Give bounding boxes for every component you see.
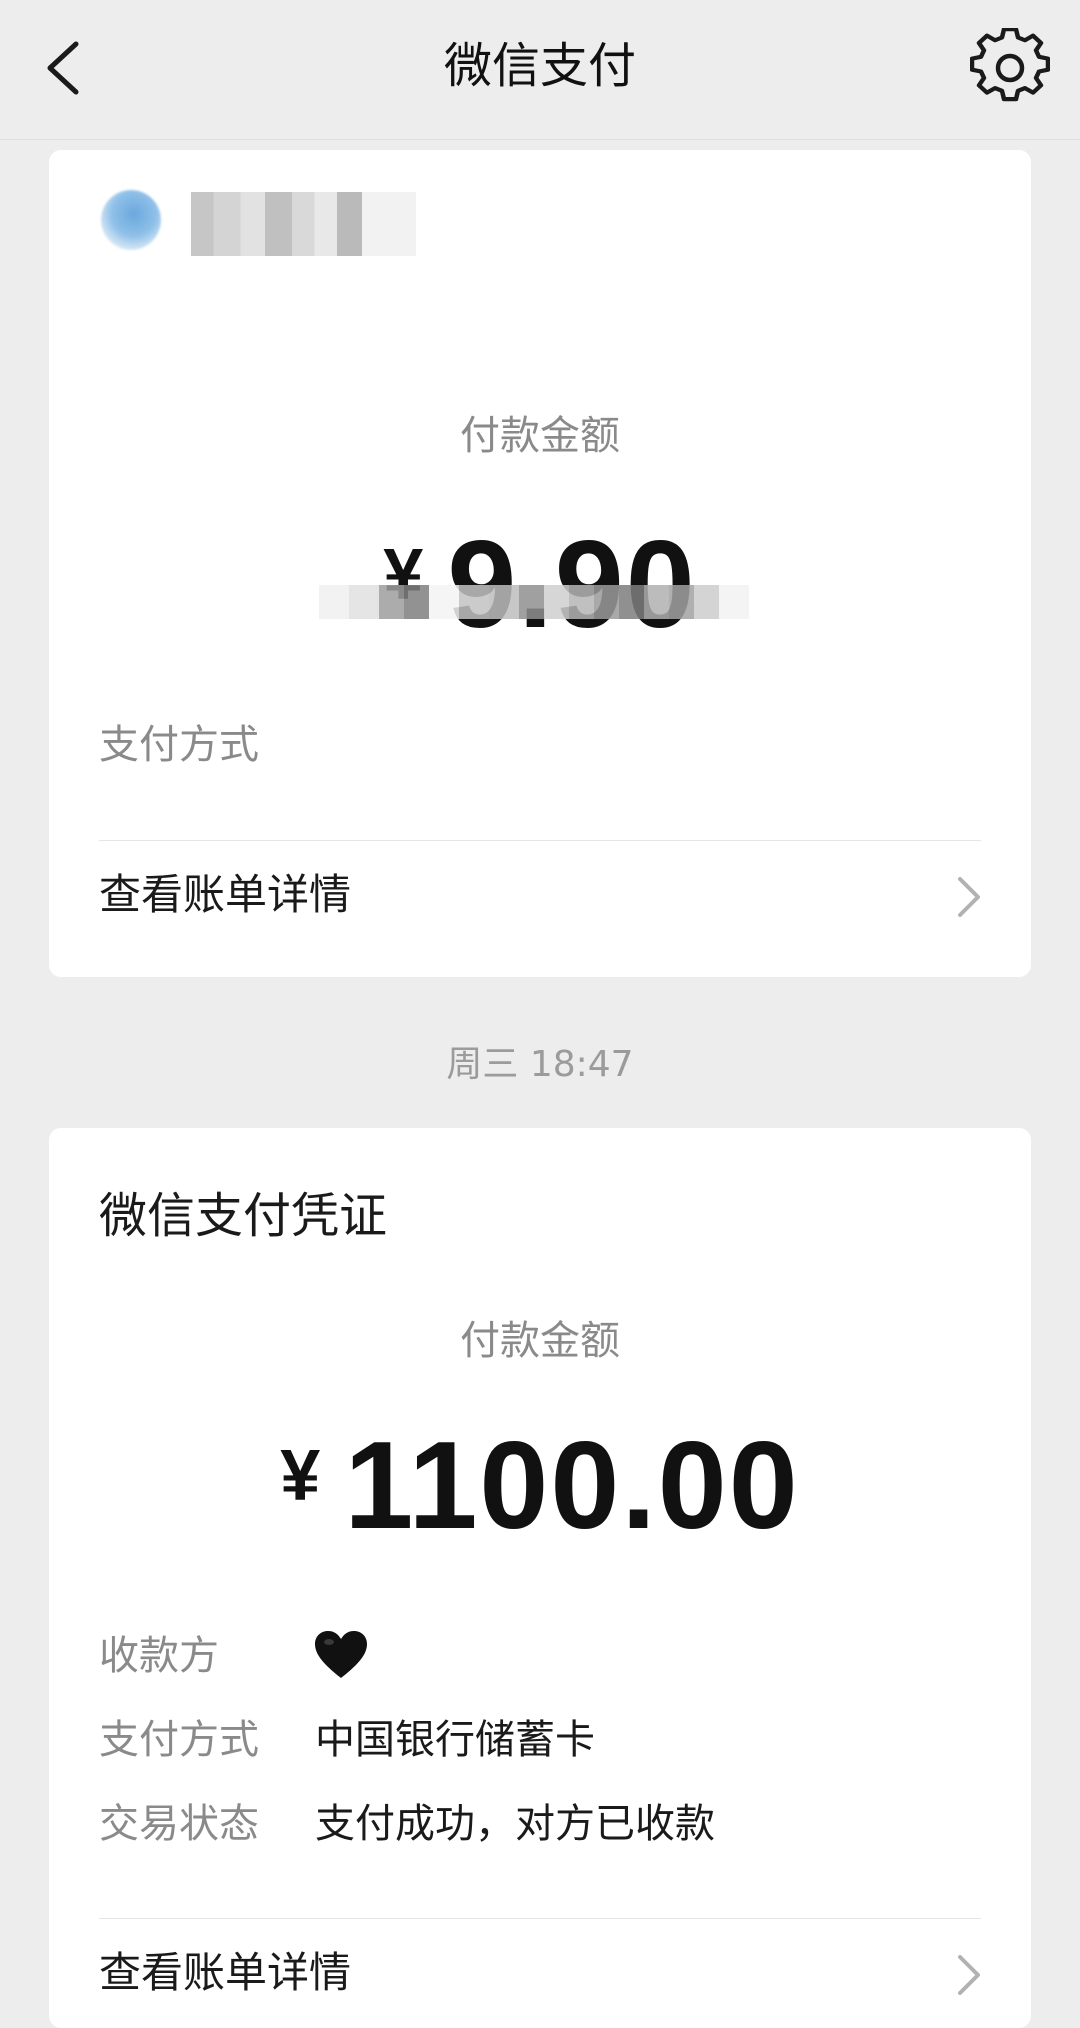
status-label: 交易状态 [99,1801,259,1847]
currency-symbol: ¥ [280,1436,321,1516]
message-timestamp: 周三 18:47 [446,1044,634,1085]
amount-value: 1100.00 [344,1417,800,1555]
top-nav-bar: 微信支付 [0,0,1080,140]
payee-label: 收款方 [99,1633,219,1679]
status-value: 支付成功，对方已收款 [315,1801,715,1847]
chevron-right-icon [958,877,980,917]
view-bill-detail-link[interactable]: 查看账单详情 [49,840,1031,950]
merchant-name-pixelated [191,192,416,256]
chevron-right-icon [958,1955,980,1995]
payment-amount: ¥1100.00 [49,1396,1031,1604]
merchant-avatar [101,190,161,250]
view-bill-detail-label: 查看账单详情 [99,1948,352,1997]
payment-method-value: 中国银行储蓄卡 [315,1717,595,1763]
settings-button[interactable] [969,27,1051,108]
payment-method-label: 支付方式 [99,1717,259,1763]
voucher-title: 微信支付凭证 [99,1188,388,1244]
payment-card-1: 付款金额 ¥9.90 支付方式 查看账单详情 [49,150,1031,977]
view-bill-detail-label: 查看账单详情 [99,870,352,919]
amount-label: 付款金额 [460,1318,620,1364]
gear-icon [969,27,1051,102]
payment-voucher-card: 微信支付凭证 付款金额 ¥1100.00 收款方 支付方式 中国银行储蓄卡 交易… [49,1128,1031,2028]
page-title: 微信支付 [443,38,636,94]
payment-method-pixelated [319,585,819,619]
amount-label: 付款金额 [460,413,620,459]
black-heart-icon [315,1631,367,1678]
view-bill-detail-link[interactable]: 查看账单详情 [49,1918,1031,2028]
payment-method-label: 支付方式 [99,722,259,768]
